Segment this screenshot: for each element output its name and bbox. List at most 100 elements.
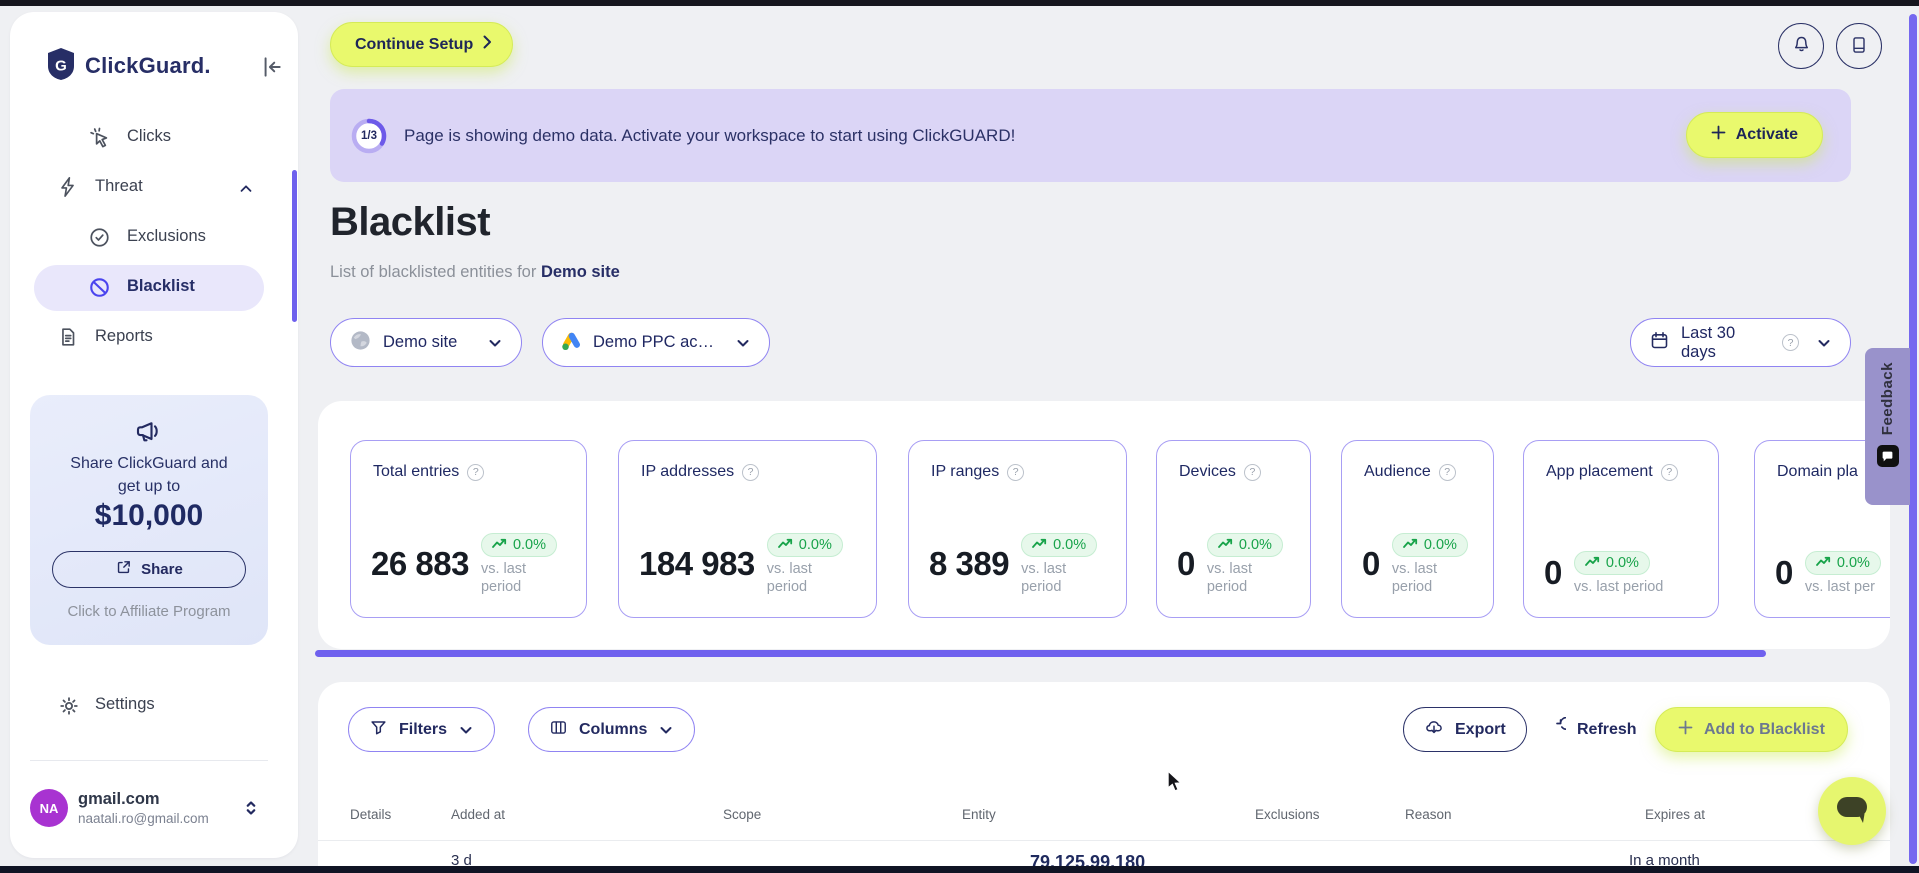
share-label: Share	[141, 561, 183, 578]
notifications-button[interactable]	[1778, 23, 1824, 69]
help-icon[interactable]: ?	[467, 463, 485, 481]
stat-card-value: 26 883	[371, 545, 469, 583]
page-scrollbar[interactable]	[1909, 14, 1917, 864]
page-subtitle: List of blacklisted entities for Demo si…	[330, 263, 620, 282]
activate-label: Activate	[1735, 126, 1798, 143]
delta-badge: 0.0%	[766, 532, 843, 557]
sidebar-item-reports[interactable]: Reports	[34, 315, 264, 361]
sidebar-collapse-icon[interactable]	[258, 54, 284, 80]
feedback-tab[interactable]: Feedback	[1865, 348, 1910, 505]
column-header-added-at: Added at	[451, 807, 506, 822]
trend-up-icon	[1815, 555, 1831, 571]
promo-footnote: Click to Affiliate Program	[67, 603, 231, 620]
plus-icon	[1678, 720, 1693, 740]
delta-value: 0.0%	[1423, 536, 1457, 553]
columns-icon	[549, 718, 568, 742]
external-link-icon	[115, 559, 132, 580]
google-ads-icon	[561, 330, 582, 356]
user-email: naatali.ro@gmail.com	[78, 811, 209, 826]
sidebar-item-label: Threat	[95, 177, 143, 195]
site-selector[interactable]: Demo site	[330, 318, 522, 367]
stat-card-note: vs. last period	[1021, 560, 1067, 595]
add-to-blacklist-label: Add to Blacklist	[1704, 720, 1825, 738]
continue-setup-button[interactable]: Continue Setup	[330, 22, 514, 67]
badge-check-icon	[88, 226, 112, 250]
page-subtitle-text: List of blacklisted entities for	[330, 263, 537, 281]
stat-card-note: vs. last period	[480, 560, 527, 595]
chevron-down-icon	[658, 722, 674, 738]
svg-text:G: G	[55, 57, 67, 74]
account-switcher-icon[interactable]	[240, 796, 262, 820]
stat-card-total-entries: Total entries? 26 883 0.0% vs. last period	[350, 440, 587, 618]
brand: G ClickGuard.	[46, 47, 211, 86]
help-icon[interactable]: ?	[742, 463, 760, 481]
sidebar-item-threat[interactable]: Threat	[34, 165, 264, 211]
stat-card-title: Total entries	[373, 463, 460, 480]
help-icon[interactable]: ?	[1782, 334, 1799, 351]
stat-card-note: vs. last period	[1573, 578, 1664, 595]
help-icon[interactable]: ?	[1007, 463, 1025, 481]
ppc-account-selector[interactable]: Demo PPC ac…	[542, 318, 770, 367]
chat-launcher-button[interactable]	[1818, 777, 1886, 845]
trend-up-icon	[777, 537, 793, 553]
date-range-selector[interactable]: Last 30 days ?	[1630, 318, 1851, 367]
column-header-exclusions: Exclusions	[1255, 807, 1320, 822]
stat-card-devices: Devices? 0 0.0% vs. last period	[1156, 440, 1311, 618]
banner-message: Page is showing demo data. Activate your…	[404, 125, 1016, 145]
affiliate-promo-card[interactable]: Share ClickGuard and get up to $10,000 S…	[30, 395, 268, 645]
avatar[interactable]: NA	[30, 789, 68, 827]
help-icon[interactable]: ?	[1660, 463, 1678, 481]
stat-card-app-placement: App placement? 0 0.0% vs. last period	[1523, 440, 1719, 618]
brand-name: ClickGuard.	[85, 53, 211, 78]
site-selector-value: Demo site	[383, 333, 458, 351]
calendar-icon	[1649, 330, 1670, 356]
bell-icon	[1791, 34, 1812, 58]
stat-card-title: App placement	[1546, 463, 1653, 480]
share-button[interactable]: Share	[52, 551, 246, 588]
trend-up-icon	[1217, 537, 1233, 553]
demo-data-banner: 1/3 Page is showing demo data. Activate …	[330, 89, 1851, 182]
help-icon[interactable]: ?	[1243, 463, 1261, 481]
chevron-up-icon	[237, 180, 255, 198]
block-icon	[88, 276, 112, 300]
continue-setup-label: Continue Setup	[355, 35, 474, 53]
delta-value: 0.0%	[512, 536, 546, 553]
filters-label: Filters	[399, 720, 448, 738]
export-button[interactable]: Export	[1403, 707, 1527, 752]
delta-value: 0.0%	[798, 536, 832, 553]
clickguard-app: G ClickGuard. Clicks Threat Exclusions Blac…	[0, 0, 1919, 873]
stat-card-ip-addresses: IP addresses? 184 983 0.0% vs. last period	[618, 440, 877, 618]
delta-badge: 0.0%	[480, 532, 557, 557]
sidebar-item-settings[interactable]: Settings	[34, 683, 264, 727]
help-icon[interactable]: ?	[1438, 463, 1456, 481]
chevron-right-icon	[483, 35, 492, 54]
sidebar-scrollbar[interactable]	[292, 170, 297, 322]
sidebar-item-blacklist[interactable]: Blacklist	[34, 265, 264, 311]
window-bottom-edge	[0, 866, 1919, 873]
column-header-reason: Reason	[1405, 807, 1452, 822]
chevron-down-icon	[487, 335, 503, 351]
columns-button[interactable]: Columns	[528, 707, 696, 752]
setup-progress-label: 1/3	[361, 130, 377, 142]
sidebar-item-clicks[interactable]: Clicks	[34, 115, 264, 161]
promo-line1: Share ClickGuard and	[70, 455, 228, 472]
window-top-edge	[0, 0, 1919, 6]
chevron-down-icon	[458, 722, 474, 738]
stat-card-title: Domain pla	[1777, 463, 1858, 480]
docs-button[interactable]	[1836, 23, 1882, 69]
lightning-icon	[57, 176, 81, 200]
stats-horizontal-scrollbar[interactable]	[315, 650, 1766, 657]
gear-icon	[57, 694, 81, 718]
settings-label: Settings	[95, 695, 155, 713]
refresh-button[interactable]: Refresh	[1542, 707, 1641, 752]
trend-up-icon	[1584, 555, 1600, 571]
workspace-name: gmail.com	[78, 790, 160, 808]
filters-button[interactable]: Filters	[348, 707, 496, 752]
chevron-down-icon	[1816, 335, 1832, 351]
stats-panel: Total entries? 26 883 0.0% vs. last period I…	[318, 401, 1890, 649]
sidebar-item-exclusions[interactable]: Exclusions	[34, 215, 264, 261]
activate-button[interactable]: Activate	[1685, 112, 1823, 158]
column-header-details: Details	[350, 807, 392, 822]
add-to-blacklist-button[interactable]: Add to Blacklist	[1655, 707, 1848, 752]
clickguard-logo-icon: G	[46, 47, 76, 86]
